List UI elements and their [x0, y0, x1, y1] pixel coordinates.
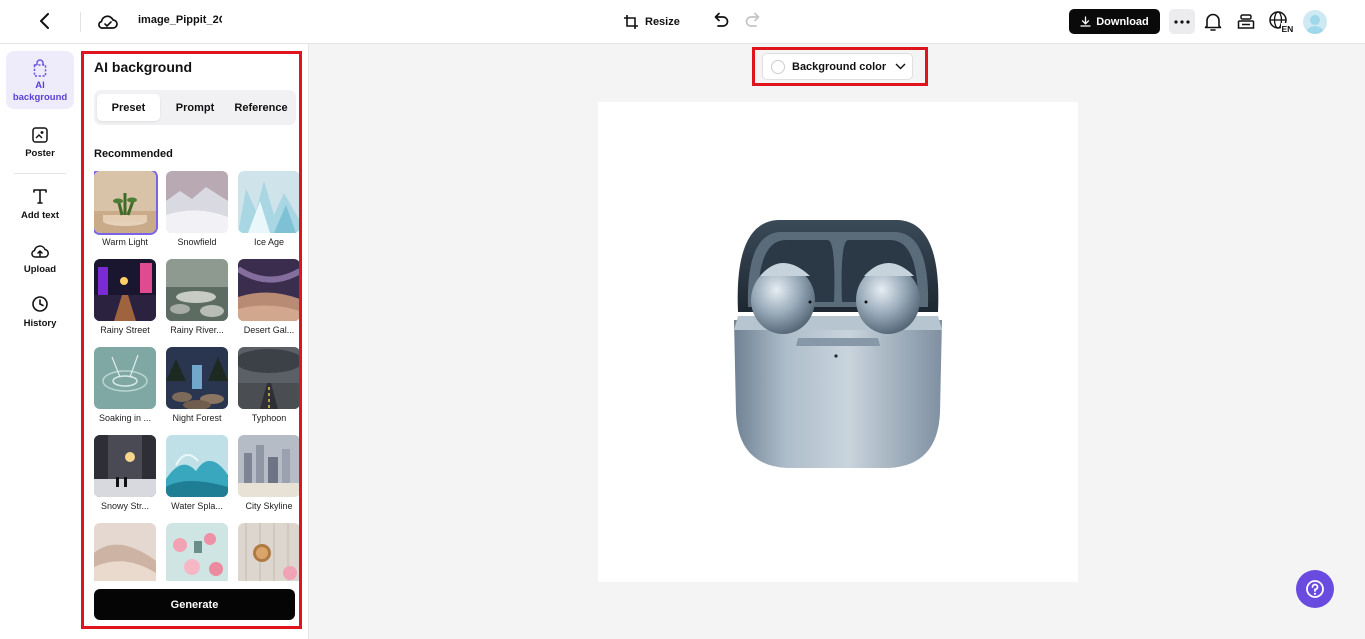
preset-label: Snowy Str...: [100, 501, 150, 511]
preset-thumbnail: [238, 259, 300, 321]
rail-label: History: [23, 318, 57, 329]
generate-button[interactable]: Generate: [94, 589, 295, 620]
more-options-icon[interactable]: [1169, 9, 1195, 34]
help-button[interactable]: [1296, 570, 1334, 608]
preset-water-splash[interactable]: Water Spla...: [166, 435, 228, 511]
preset-thumbnail: [94, 523, 156, 581]
preset-thumbnail: [238, 347, 300, 409]
question-mark-icon: [1306, 580, 1324, 598]
rail-label: Add text: [21, 210, 59, 221]
download-label: Download: [1096, 15, 1149, 28]
section-label-recommended: Recommended: [94, 148, 173, 160]
rail-divider: [14, 173, 66, 174]
undo-icon[interactable]: [711, 11, 731, 31]
preset-flowers[interactable]: [166, 523, 228, 581]
preset-sand-dune[interactable]: [94, 523, 156, 581]
preset-thumbnail: [166, 523, 228, 581]
preset-thumbnail: [166, 347, 228, 409]
rail-item-poster[interactable]: Poster: [6, 126, 74, 159]
rail-label: Upload: [23, 264, 57, 275]
preset-typhoon[interactable]: Typhoon: [238, 347, 300, 423]
preset-night-forest[interactable]: Night Forest: [166, 347, 228, 423]
preset-snowy-street[interactable]: Snowy Str...: [94, 435, 156, 511]
divider: [80, 12, 81, 32]
preset-thumbnail: [238, 523, 300, 581]
tray-icon[interactable]: [1236, 11, 1256, 33]
chevron-down-icon: [895, 63, 906, 70]
preset-soaking[interactable]: Soaking in ...: [94, 347, 156, 423]
image-canvas[interactable]: [598, 102, 1078, 582]
preset-rainy-street[interactable]: Rainy Street: [94, 259, 156, 335]
bell-icon[interactable]: [1203, 11, 1223, 33]
preset-label: Water Spla...: [171, 501, 223, 511]
poster-icon: [32, 127, 48, 143]
mode-tabs: Preset Prompt Reference: [94, 90, 296, 125]
panel-title: AI background: [94, 59, 193, 75]
preset-label: Night Forest: [172, 413, 222, 423]
rail-item-ai-background[interactable]: AI background: [6, 51, 74, 109]
preset-label: Typhoon: [251, 413, 287, 423]
color-swatch: [771, 59, 785, 74]
tab-preset[interactable]: Preset: [97, 94, 160, 121]
preset-label: Snowfield: [177, 237, 217, 247]
resize-button[interactable]: Resize: [623, 11, 680, 33]
rail-item-history[interactable]: History: [6, 295, 74, 329]
preset-thumbnail: [166, 259, 228, 321]
preset-thumbnail: [166, 171, 228, 233]
preset-snowfield[interactable]: Snowfield: [166, 171, 228, 247]
preset-thumbnail: [94, 259, 156, 321]
preset-thumbnail: [166, 435, 228, 497]
rail-item-add-text[interactable]: Add text: [6, 187, 74, 221]
clock-icon: [32, 296, 48, 312]
preset-wooden-table[interactable]: [238, 523, 300, 581]
earbuds-product-image: [734, 220, 942, 468]
preset-label: Ice Age: [253, 237, 285, 247]
preset-desert-galaxy[interactable]: Desert Gal...: [238, 259, 300, 335]
preset-city-skyline[interactable]: City Skyline: [238, 435, 300, 511]
back-arrow-icon[interactable]: [34, 10, 56, 32]
preset-thumbnail: [94, 347, 156, 409]
resize-icon: [624, 15, 638, 29]
background-color-label: Background color: [792, 60, 887, 73]
top-bar: image_Pippit_2C Resize Download EN: [0, 0, 1365, 44]
tab-reference[interactable]: Reference: [228, 94, 294, 121]
rail-item-upload[interactable]: Upload: [6, 242, 74, 275]
download-icon: [1080, 16, 1091, 27]
left-tool-rail: AI background Poster Add text Upload His…: [0, 44, 80, 639]
preset-thumbnail: [94, 435, 156, 497]
preset-label: Soaking in ...: [98, 413, 152, 423]
svg-text:EN: EN: [1282, 24, 1294, 34]
avatar[interactable]: [1303, 10, 1327, 34]
file-name[interactable]: image_Pippit_2C: [138, 14, 222, 30]
background-color-dropdown[interactable]: Background color: [762, 53, 913, 80]
preset-label: Warm Light: [102, 237, 148, 247]
rail-label: AI background: [12, 80, 68, 103]
preset-thumbnail: [94, 171, 158, 235]
bag-icon: [33, 59, 47, 77]
preset-thumbnail: [238, 435, 300, 497]
download-button[interactable]: Download: [1069, 9, 1160, 34]
preset-thumbnail: [238, 171, 300, 233]
cloud-sync-icon[interactable]: [97, 11, 119, 33]
preset-warm-light[interactable]: Warm Light: [94, 171, 158, 247]
redo-icon[interactable]: [743, 11, 763, 31]
rail-label: Poster: [25, 148, 55, 159]
tab-prompt[interactable]: Prompt: [164, 94, 226, 121]
preset-label: City Skyline: [245, 501, 293, 511]
resize-label: Resize: [645, 16, 680, 28]
preset-label: Rainy River...: [170, 325, 224, 335]
preset-label: Desert Gal...: [243, 325, 295, 335]
language-globe-icon[interactable]: EN: [1268, 10, 1294, 34]
text-icon: [33, 189, 47, 204]
preset-ice-age[interactable]: Ice Age: [238, 171, 300, 247]
cloud-upload-icon: [31, 245, 49, 258]
preset-rainy-river[interactable]: Rainy River...: [166, 259, 228, 335]
preset-grid: Warm Light Snowfield Ice Age Rainy Stree…: [94, 171, 300, 581]
preset-label: Rainy Street: [100, 325, 150, 335]
